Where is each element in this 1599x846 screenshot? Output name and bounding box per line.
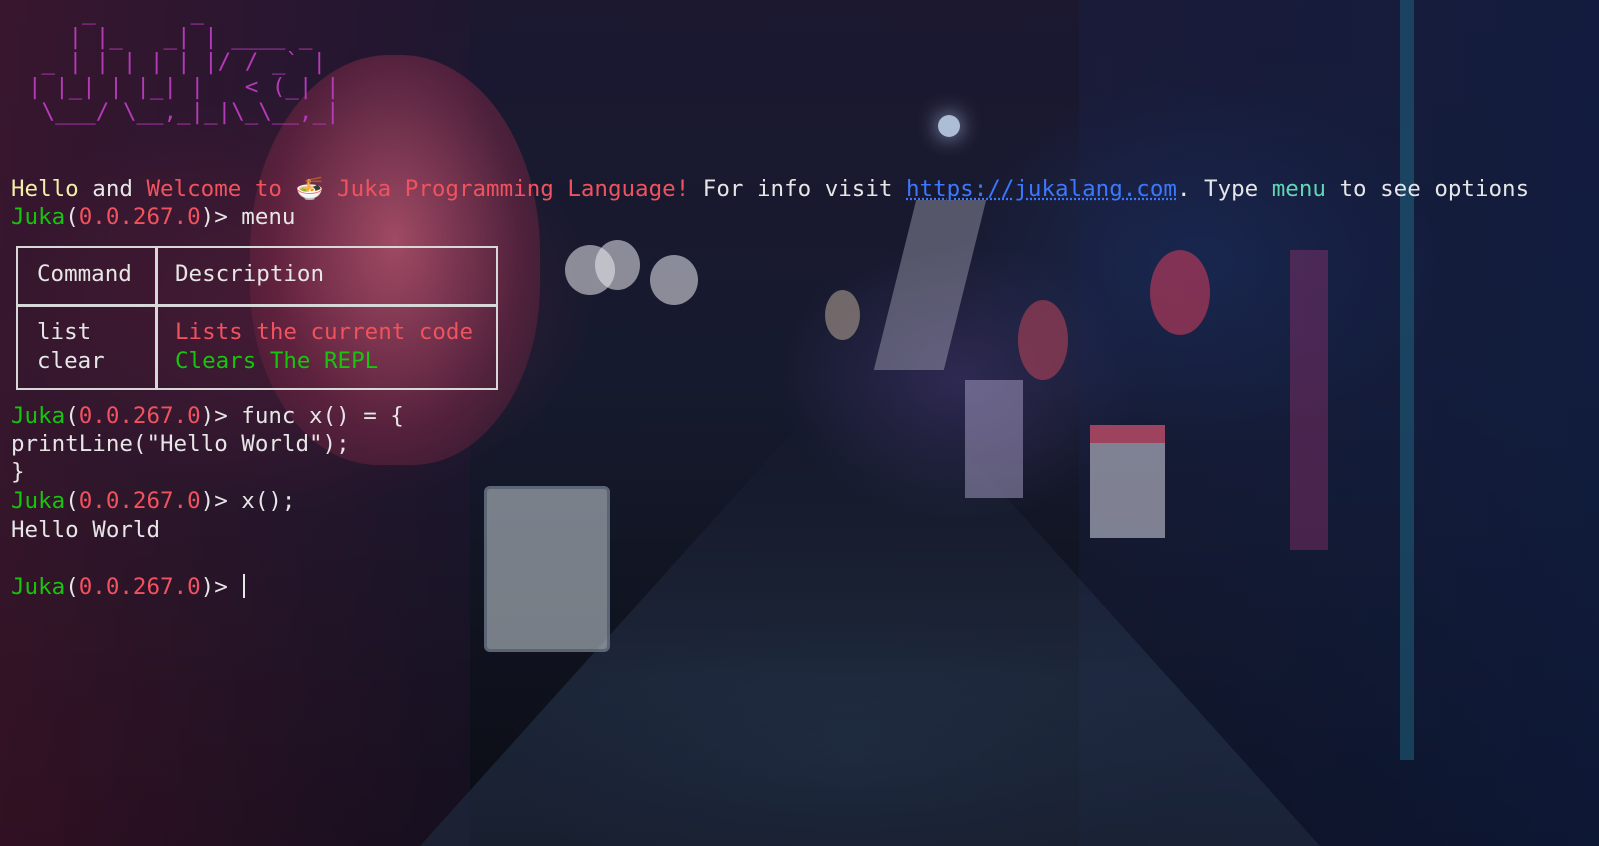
prompt-name: Juka — [11, 204, 66, 230]
welcome-type-word: . Type — [1176, 176, 1259, 202]
active-prompt-line[interactable]: Juka(0.0.267.0)> — [11, 573, 246, 601]
terminal-window[interactable]: _ _ | |_ _| | ____ _ _ | | | | | |/ / _`… — [0, 0, 1599, 846]
program-output: Hello World — [11, 517, 161, 543]
command-text: x(); — [241, 488, 296, 514]
prompt-line: Juka(0.0.267.0)> func x() = { — [11, 402, 404, 430]
terminal-output[interactable]: _ _ | |_ _| | ____ _ _ | | | | | |/ / _`… — [0, 0, 1599, 846]
prompt-version: 0.0.267.0 — [78, 204, 201, 230]
table-cell-description: Lists the current code — [175, 319, 474, 345]
prompt-line: Juka(0.0.267.0)> menu — [11, 203, 295, 231]
prompt-close: )> — [200, 488, 228, 514]
prompt-name: Juka — [11, 574, 66, 600]
prompt-version: 0.0.267.0 — [78, 403, 201, 429]
prompt-open-paren: ( — [65, 204, 79, 230]
prompt-open-paren: ( — [65, 488, 79, 514]
prompt-open-paren: ( — [65, 574, 79, 600]
table-cell-command: clear — [37, 348, 105, 374]
code-line: printLine("Hello World"); — [11, 431, 350, 457]
prompt-line: Juka(0.0.267.0)> x(); — [11, 487, 295, 515]
juka-ascii-logo: _ _ | |_ _| | ____ _ _ | | | | | |/ / _`… — [28, 0, 340, 125]
welcome-language-name: Juka Programming Language! — [337, 176, 690, 202]
command-text: func x() = { — [241, 403, 404, 429]
prompt-version: 0.0.267.0 — [78, 488, 201, 514]
welcome-hello: Hello — [11, 176, 79, 202]
welcome-menu-word: menu — [1271, 176, 1326, 202]
table-divider — [18, 304, 496, 307]
prompt-name: Juka — [11, 488, 66, 514]
command-text: menu — [241, 204, 296, 230]
code-line: } — [11, 459, 25, 485]
prompt-open-paren: ( — [65, 403, 79, 429]
welcome-line: Hello and Welcome to 🍜 Juka Programming … — [11, 175, 1529, 203]
table-cell-description: Clears The REPL — [175, 348, 379, 374]
table-header-command: Command — [37, 261, 132, 287]
prompt-close: )> — [200, 574, 228, 600]
welcome-suffix: to see options — [1339, 176, 1530, 202]
table-header-description: Description — [175, 261, 325, 287]
welcome-info-prefix: For info visit — [702, 176, 893, 202]
prompt-close: )> — [200, 204, 228, 230]
prompt-name: Juka — [11, 403, 66, 429]
table-divider — [155, 248, 158, 388]
welcome-welcome-to: Welcome to — [146, 176, 282, 202]
ramen-emoji-icon: 🍜 — [295, 176, 324, 202]
prompt-close: )> — [200, 403, 228, 429]
table-cell-command: list — [37, 319, 92, 345]
text-cursor[interactable] — [243, 574, 246, 598]
prompt-version: 0.0.267.0 — [78, 574, 201, 600]
menu-table: Command Description list Lists the curre… — [16, 246, 498, 390]
jukalang-link[interactable]: https://jukalang.com — [906, 176, 1177, 202]
welcome-and: and — [92, 176, 133, 202]
